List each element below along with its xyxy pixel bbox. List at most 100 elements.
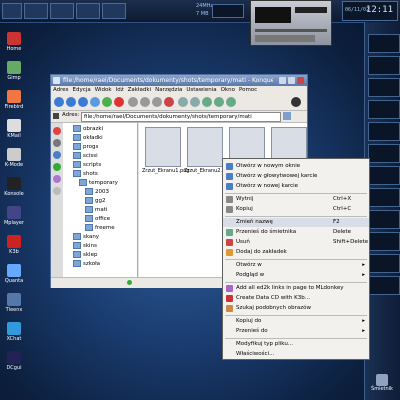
close-icon[interactable] [297, 77, 304, 84]
context-menu-item[interactable]: Dodaj do zakładek [223, 248, 369, 257]
menu-icon[interactable] [2, 3, 22, 19]
desktop-icon-home[interactable]: Home [2, 32, 26, 52]
stop-icon[interactable] [114, 97, 124, 107]
context-menu-item[interactable]: Właściwości... [223, 350, 369, 359]
window-icon[interactable] [53, 77, 60, 84]
context-menu-item[interactable]: Modyfikuj typ pliku... [223, 340, 369, 349]
menu-item[interactable]: Edycja [73, 87, 91, 93]
clock[interactable]: 06/11/02 12:11 [342, 1, 398, 21]
desktop-icon-firebird[interactable]: Firebird [2, 90, 26, 110]
menu-item-label: Wytnij [236, 196, 254, 202]
context-menu-item[interactable]: Wytnij Ctrl+X [223, 195, 369, 204]
submenu-arrow-icon: ▸ [362, 328, 365, 334]
home-icon[interactable] [90, 97, 100, 107]
file-thumbnail[interactable] [187, 127, 223, 167]
trash-desktop-icon[interactable]: Śmietnik [368, 374, 396, 396]
desktop-icon-xchat[interactable]: XChat [2, 322, 26, 342]
zoom-out-icon[interactable] [190, 97, 200, 107]
location-input[interactable]: file:/home/rael/Documents/dokumenty/shot… [81, 112, 281, 122]
tree-folder[interactable]: office [85, 215, 110, 223]
menu-item[interactable]: Zakładki [128, 87, 151, 93]
context-menu-item[interactable]: Otwórz w nowej karcie [223, 182, 369, 191]
context-menu-item[interactable]: Szukaj podobnych obrazów [223, 304, 369, 313]
clear-location-icon[interactable] [53, 113, 59, 119]
context-menu-item[interactable]: Otwórz w głowytwowej karcie [223, 172, 369, 181]
go-icon[interactable] [283, 112, 291, 120]
network-icon[interactable] [53, 163, 61, 171]
reload-icon[interactable] [102, 97, 112, 107]
desktop-icon-kmail[interactable]: KMail [2, 119, 26, 139]
window-titlebar[interactable]: file:/home/rael/Documents/dokumenty/shot… [51, 75, 307, 86]
menu-item[interactable]: Widok [95, 87, 112, 93]
menu-item[interactable]: Idź [116, 87, 124, 93]
desktop-icon-konsole[interactable]: Konsole [2, 177, 26, 197]
tree-folder[interactable]: skins [73, 242, 97, 250]
tree-folder[interactable]: 2003 [85, 188, 109, 196]
menu-item[interactable]: Adres [53, 87, 69, 93]
zoom-in-icon[interactable] [178, 97, 188, 107]
desktop-icon-k3b[interactable]: K3b [2, 235, 26, 255]
context-menu-item[interactable]: Kopiuj do ▸ [223, 317, 369, 326]
maximize-icon[interactable] [288, 77, 295, 84]
view-icon[interactable] [214, 97, 224, 107]
tree-folder[interactable]: freeme [85, 224, 115, 232]
context-menu-item[interactable]: Przenieś do śmietnika Delete [223, 228, 369, 237]
tree-folder[interactable]: scripts [73, 161, 101, 169]
forward-icon[interactable] [66, 97, 76, 107]
tree-folder[interactable]: okładki [73, 134, 103, 142]
context-menu-item[interactable]: Otwórz w ▸ [223, 261, 369, 270]
tree-folder[interactable]: obrazki [73, 125, 103, 133]
taskbar-button[interactable] [102, 3, 126, 19]
tree-folder[interactable]: skany [73, 233, 99, 241]
desktop-icon-kmode[interactable]: K-Mode [2, 148, 26, 168]
desktop-icon-gimp[interactable]: Gimp [2, 61, 26, 81]
desktop-icon-quanta[interactable]: Quanta [2, 264, 26, 284]
context-menu-item[interactable]: Add all ed2k links in page to MLdonkey [223, 284, 369, 293]
root-folder-icon[interactable] [53, 187, 61, 195]
context-menu-item[interactable]: Create Data CD with K3b... [223, 294, 369, 303]
context-menu-item[interactable]: Otwórz w nowym oknie [223, 162, 369, 171]
context-menu-item[interactable]: Usuń Shift+Delete [223, 238, 369, 247]
tree-folder[interactable]: scissi [73, 152, 98, 160]
view-icon[interactable] [226, 97, 236, 107]
back-icon[interactable] [54, 97, 64, 107]
context-menu-item[interactable]: Przenieś do ▸ [223, 327, 369, 336]
bookmarks-icon[interactable] [53, 127, 61, 135]
minimize-icon[interactable] [279, 77, 286, 84]
menu-item[interactable]: Okno [221, 87, 235, 93]
view-icon[interactable] [202, 97, 212, 107]
up-icon[interactable] [78, 97, 88, 107]
services-icon[interactable] [53, 175, 61, 183]
tree-folder[interactable]: gg2 [85, 197, 105, 205]
desktop-icon-tleenx[interactable]: Tleenx [2, 293, 26, 313]
tree-folder[interactable]: sklep [73, 251, 97, 259]
taskbar-button[interactable] [24, 3, 48, 19]
media-player[interactable] [250, 0, 332, 46]
menu-item-label: Przenieś do śmietnika [236, 229, 297, 235]
cut-icon[interactable] [128, 97, 138, 107]
desktop-icon-dcgui[interactable]: DCgui [2, 351, 26, 371]
menu-item[interactable]: Ustawienia [186, 87, 216, 93]
player-seek-bar[interactable] [255, 29, 327, 32]
desktop-icon-mplayer[interactable]: Mplayer [2, 206, 26, 226]
tree-folder[interactable]: progs [73, 143, 98, 151]
delete-icon[interactable] [164, 97, 174, 107]
context-menu-item[interactable]: Zmień nazwę F2 [223, 218, 369, 227]
menu-item-shortcut: Shift+Delete [333, 239, 369, 245]
tree-folder[interactable]: temporary [79, 179, 118, 187]
file-thumbnail[interactable] [145, 127, 181, 167]
paste-icon[interactable] [152, 97, 162, 107]
history-icon[interactable] [53, 139, 61, 147]
context-menu-item[interactable]: Podgląd w ▸ [223, 271, 369, 280]
taskbar-button[interactable] [76, 3, 100, 19]
menu-item[interactable]: Narzędzia [155, 87, 182, 93]
tree-folder[interactable]: shots [73, 170, 98, 178]
copy-icon[interactable] [140, 97, 150, 107]
menu-item[interactable]: Pomoc [239, 87, 257, 93]
tree-folder[interactable]: szkoła [73, 260, 100, 268]
taskbar-button[interactable] [50, 3, 74, 19]
player-controls[interactable] [255, 35, 315, 42]
home-folder-icon[interactable] [53, 151, 61, 159]
tree-folder[interactable]: mati [85, 206, 107, 214]
context-menu-item[interactable]: Kopiuj Ctrl+C [223, 205, 369, 214]
